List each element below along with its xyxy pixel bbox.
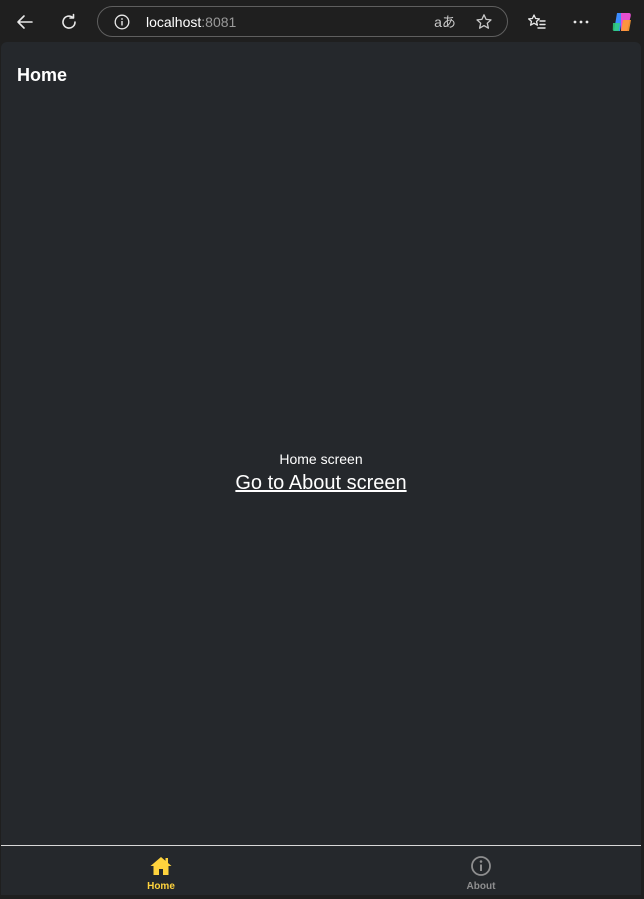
page-viewport: Home Home screen Go to About screen Home xyxy=(1,42,641,895)
home-content: Home screen Go to About screen xyxy=(1,450,641,496)
page-title: Home xyxy=(17,65,68,85)
refresh-icon xyxy=(62,13,76,29)
back-arrow-icon xyxy=(17,15,33,29)
star-icon xyxy=(476,14,492,29)
app-header: Home xyxy=(1,42,641,106)
window-bottom-edge xyxy=(0,895,644,899)
refresh-button[interactable] xyxy=(53,6,85,38)
url-host: localhost xyxy=(146,14,202,30)
go-to-about-link[interactable]: Go to About screen xyxy=(235,470,406,496)
info-icon xyxy=(114,14,130,30)
settings-more-button[interactable] xyxy=(565,6,597,38)
tab-about[interactable]: About xyxy=(321,846,641,895)
translate-icon[interactable]: aあ xyxy=(434,12,456,32)
address-bar[interactable]: localhost:8081 aあ xyxy=(97,6,508,37)
add-favorite-button[interactable] xyxy=(473,12,495,32)
copilot-icon[interactable] xyxy=(611,11,633,33)
home-icon xyxy=(150,857,172,875)
browser-toolbar: localhost:8081 aあ xyxy=(0,0,644,42)
site-info-button[interactable] xyxy=(113,13,131,31)
tab-about-label: About xyxy=(466,881,496,892)
browser-window: localhost:8081 aあ Home Home screen Go to… xyxy=(0,0,644,899)
url-port: :8081 xyxy=(201,14,237,30)
bottom-tab-bar: Home About xyxy=(1,845,641,895)
url-text[interactable]: localhost:8081 xyxy=(146,13,236,31)
back-button[interactable] xyxy=(9,6,41,38)
favorites-button[interactable] xyxy=(521,6,553,38)
tab-home-label: Home xyxy=(147,881,175,892)
screen-label: Home screen xyxy=(279,451,363,467)
info-circle-icon xyxy=(471,856,491,876)
tab-home[interactable]: Home xyxy=(1,846,321,895)
more-icon xyxy=(573,20,589,24)
favorites-icon xyxy=(527,14,546,29)
